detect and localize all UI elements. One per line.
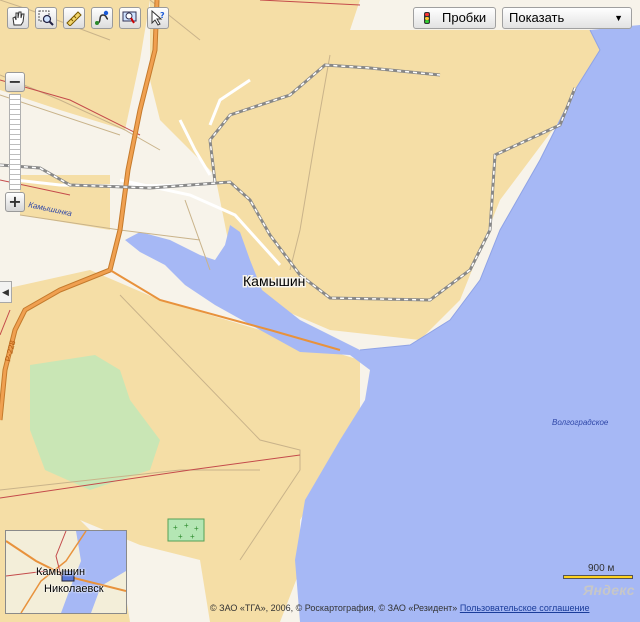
copyright-line: © ЗАО «ТГА», 2006, © Роскартография, © З… — [210, 603, 589, 613]
yandex-logo: Яндекс — [583, 582, 635, 598]
overview-minimap[interactable]: Камышин Николаевск — [5, 530, 127, 614]
svg-text:+: + — [184, 521, 189, 530]
svg-text:+: + — [173, 523, 178, 532]
route-tool-button[interactable] — [91, 7, 113, 29]
traffic-light-icon — [424, 12, 430, 24]
ruler-icon — [66, 11, 82, 26]
hand-icon — [12, 11, 25, 26]
zoom-control: − + — [5, 72, 25, 212]
magnifier-icon — [38, 10, 54, 26]
traffic-label: Пробки — [442, 10, 487, 25]
ruler-tool-button[interactable] — [63, 7, 85, 29]
show-layers-dropdown[interactable]: Показать ▼ — [502, 7, 632, 29]
scale-bar — [563, 575, 633, 579]
traffic-button[interactable]: Пробки — [413, 7, 496, 29]
route-icon — [95, 10, 109, 25]
show-label: Показать — [509, 10, 565, 25]
city-label[interactable]: Камышин — [242, 272, 307, 291]
zoom-in-button[interactable]: + — [5, 192, 25, 212]
minimap-city-nikolaevsk: Николаевск — [44, 583, 104, 595]
map-canvas[interactable]: + + + + + Камышин Волгоградское Р-228 Ка… — [0, 0, 640, 622]
svg-text:+: + — [194, 524, 199, 533]
zoom-tool-button[interactable] — [35, 7, 57, 29]
copyright-text: © ЗАО «ТГА», 2006, © Роскартография, © З… — [210, 603, 458, 613]
info-tool-button[interactable]: ? — [147, 7, 169, 29]
zoom-out-button[interactable]: − — [5, 72, 25, 92]
water-label: Волгоградское — [552, 418, 609, 427]
chevron-down-icon: ▼ — [614, 13, 623, 23]
info-cursor-icon: ? — [151, 10, 165, 26]
search-area-tool-button[interactable] — [119, 7, 141, 29]
side-panel-toggle[interactable]: ◀ — [0, 281, 12, 303]
scale-label: 900 м — [588, 563, 615, 574]
search-area-icon — [122, 11, 137, 24]
minimap-city-kamyshin: Камышин — [36, 566, 86, 578]
hand-tool-button[interactable] — [7, 7, 29, 29]
svg-text:?: ? — [160, 11, 165, 20]
zoom-slider[interactable] — [9, 94, 21, 190]
svg-text:+: + — [178, 532, 183, 541]
user-agreement-link[interactable]: Пользовательское соглашение — [460, 603, 590, 613]
svg-text:+: + — [190, 532, 195, 541]
